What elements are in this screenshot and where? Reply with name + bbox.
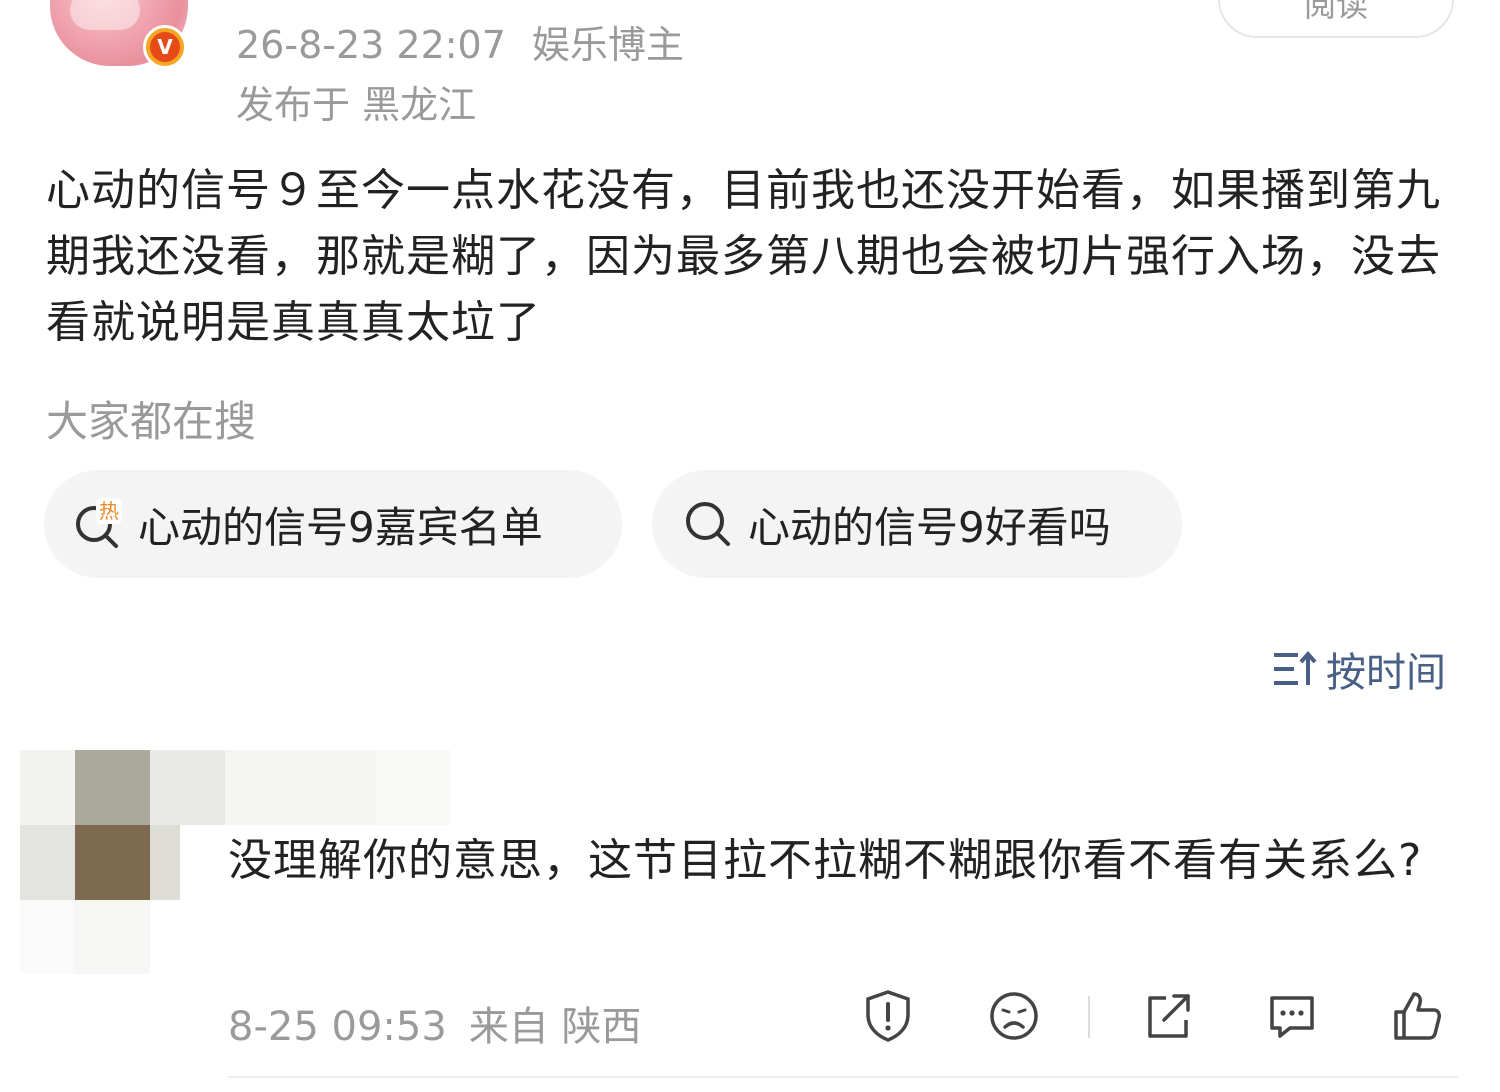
search-chip-label: 心动的信号9嘉宾名单 — [138, 502, 543, 552]
read-button[interactable]: 阅读 — [1218, 0, 1454, 38]
post-location: 发布于 黑龙江 — [236, 83, 477, 127]
divider-line — [228, 1076, 1458, 1078]
comment-text: 没理解你的意思，这节目拉不拉糊不糊跟你看不看有关系么? — [228, 835, 1423, 886]
post-meta: 26-8-23 22:07 娱乐博主 — [236, 14, 684, 69]
post-detail-page: V 26-8-23 22:07 娱乐博主 发布于 黑龙江 阅读 心动的信号９至今一… — [0, 0, 1500, 1092]
report-icon[interactable] — [860, 988, 916, 1044]
like-icon[interactable] — [1388, 988, 1444, 1044]
share-icon[interactable] — [1140, 988, 1196, 1044]
post-text: 心动的信号９至今一点水花没有，目前我也还没开始看，如果播到第九期我还没看，那就是… — [46, 165, 1441, 348]
comment-location: 来自 陕西 — [468, 1004, 642, 1050]
author-category: 娱乐博主 — [531, 23, 684, 67]
verified-icon: V — [150, 32, 180, 62]
svg-text:热: 热 — [99, 499, 119, 523]
comment-date: 8-25 09:53 — [228, 1004, 447, 1050]
sort-icon — [1274, 650, 1317, 685]
sort-label: 按时间 — [1326, 650, 1446, 696]
action-divider — [1088, 996, 1090, 1038]
trending-search-title: 大家都在搜 — [46, 397, 257, 446]
comment-meta: 8-25 09:53 来自 陕西 — [228, 994, 642, 1052]
search-chip-label: 心动的信号9好看吗 — [748, 502, 1111, 552]
sort-by-time-toggle[interactable]: 按时间 — [1272, 640, 1446, 698]
verified-badge: V — [143, 25, 187, 69]
search-chip-guest-list[interactable]: 热 心动的信号9嘉宾名单 — [44, 470, 622, 578]
hot-search-icon: 热 — [70, 496, 126, 552]
dislike-icon[interactable] — [986, 988, 1042, 1044]
search-chip-is-it-good[interactable]: 心动的信号9好看吗 — [652, 470, 1182, 578]
post-date: 26-8-23 22:07 — [236, 23, 506, 67]
search-icon — [680, 496, 736, 552]
reply-icon[interactable] — [1264, 988, 1320, 1044]
